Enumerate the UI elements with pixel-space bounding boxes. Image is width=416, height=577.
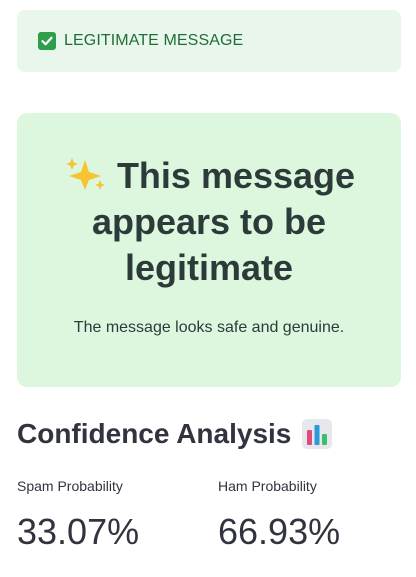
result-card: This message appears to be legitimate Th… [17, 113, 401, 387]
result-title: This message appears to be legitimate [57, 153, 361, 291]
result-title-text: This message appears to be legitimate [91, 155, 356, 288]
result-subtitle: The message looks safe and genuine. [73, 319, 345, 336]
confidence-heading-text: Confidence Analysis [17, 418, 292, 449]
spam-metric-label: Spam Probability [17, 478, 123, 494]
bar-chart-icon [301, 418, 333, 450]
confidence-heading: Confidence Analysis [17, 418, 333, 450]
ham-metric-value: 66.93% [218, 511, 341, 552]
app-page: LEGITIMATE MESSAGE This message appears … [0, 0, 416, 577]
ham-metric-label: Ham Probability [218, 478, 317, 494]
spam-metric-value: 33.07% [17, 511, 140, 552]
ham-metric: Ham Probability 66.93% [218, 478, 340, 554]
alert-text: LEGITIMATE MESSAGE [64, 32, 244, 49]
sparkles-icon [63, 156, 107, 192]
success-alert: LEGITIMATE MESSAGE [17, 10, 401, 72]
spam-metric: Spam Probability 33.07% [17, 478, 139, 554]
check-box-icon [38, 32, 56, 50]
